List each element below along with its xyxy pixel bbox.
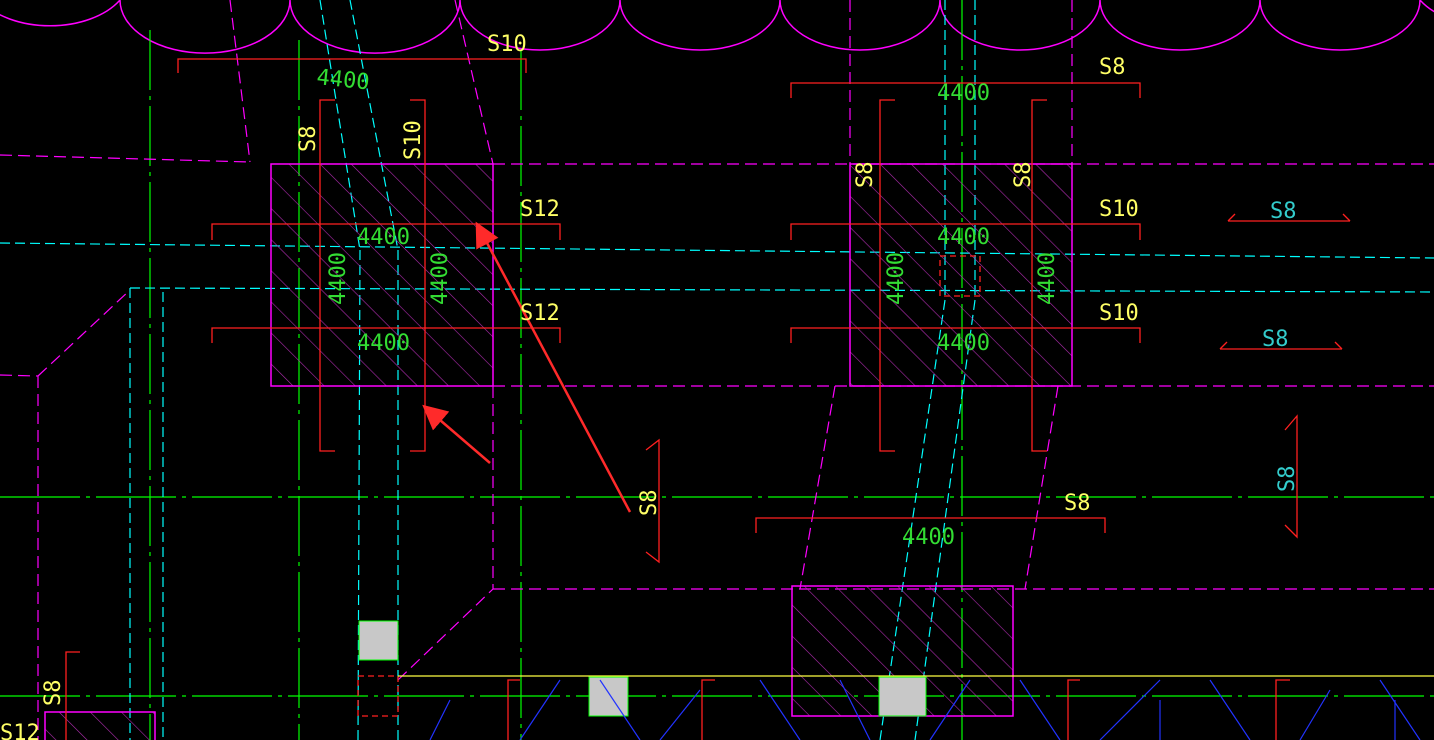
label-dim-inner-top-left: 4400 (357, 225, 410, 250)
label-dim-vert-left-a: 4400 (326, 252, 351, 305)
label-s12-bottom-left: S12 (0, 721, 40, 740)
label-dim-inner-bottom-right: 4400 (937, 331, 990, 356)
label-s8-center-vert: S8 (637, 490, 662, 517)
dashed-cyan-lines (0, 0, 1434, 740)
label-dim-inner-top-right: 4400 (937, 225, 990, 250)
label-s10-right-lower: S10 (1099, 301, 1139, 326)
beam-outlines (0, 0, 1434, 740)
label-s12-lower: S12 (520, 301, 560, 326)
label-s8-far-right-vert: S8 (1275, 466, 1300, 493)
label-dim-vert-right-a: 4400 (884, 252, 909, 305)
label-dim-mid: 4400 (902, 525, 955, 550)
label-s8-right-vert-b: S8 (1011, 162, 1036, 189)
label-s10-top: S10 (487, 32, 527, 57)
label-s8-right-vert-a: S8 (853, 162, 878, 189)
label-s8-far-right-lower: S8 (1262, 327, 1289, 352)
label-dim-vert-left-b: 4400 (428, 252, 453, 305)
label-s8-bottom-left: S8 (41, 680, 66, 707)
label-s10-right-upper: S10 (1099, 197, 1139, 222)
revision-cloud (0, 0, 1434, 54)
label-s8-left-vert: S8 (296, 126, 321, 153)
arrow-to-upper-right-corner (475, 221, 632, 513)
label-dim-vert-right-b: 4400 (1035, 252, 1060, 305)
label-s10-left-vert: S10 (401, 120, 426, 160)
rebar-lines (65, 58, 1351, 740)
label-dim-inner-bottom-left: 4400 (357, 331, 410, 356)
label-dim-top-right: 4400 (937, 81, 990, 106)
label-s8-top-right: S8 (1099, 55, 1126, 80)
arrow-to-lower-rebar (422, 404, 491, 464)
grid-axes (0, 0, 1434, 740)
label-s8-far-right-upper: S8 (1270, 199, 1297, 224)
foundation-bottom-left[interactable] (44, 711, 156, 740)
cad-drawing-canvas[interactable]: S10 4400 S8 S10 S12 S12 4400 4400 4400 4… (0, 0, 1434, 740)
label-dim-top-left: 4400 (315, 65, 370, 95)
label-s12-upper: S12 (520, 197, 560, 222)
label-s8-mid: S8 (1064, 491, 1091, 516)
